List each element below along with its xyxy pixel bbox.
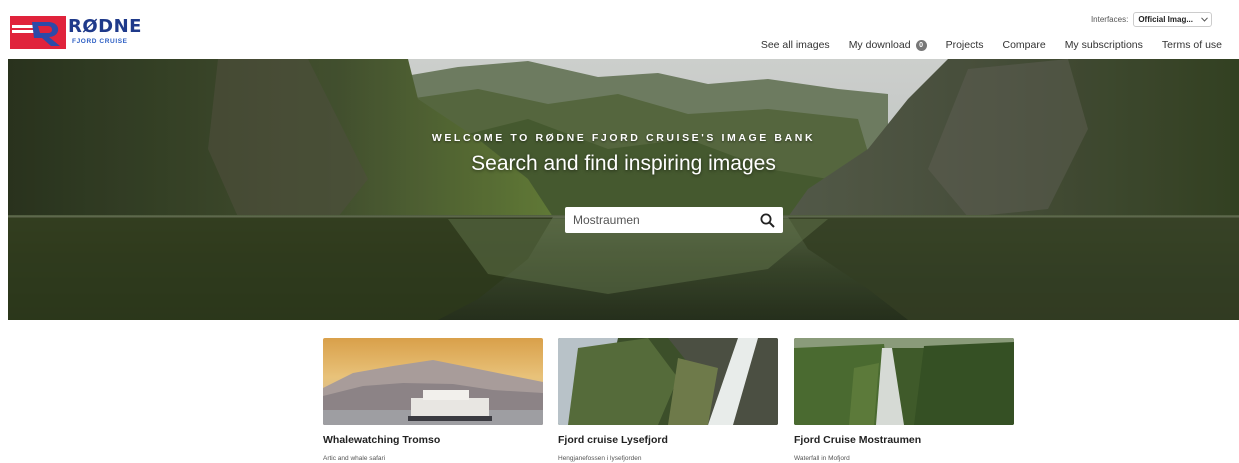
brand-subtitle: FJORD CRUISE [72,38,128,46]
image-card[interactable]: Whalewatching Tromso Artic and whale saf… [323,338,543,462]
image-card[interactable]: Fjord Cruise Mostraumen Waterfall in Mof… [794,338,1014,462]
logo-mark-icon [10,15,66,49]
card-title[interactable]: Fjord cruise Lysefjord [558,434,778,446]
nav-label: My subscriptions [1064,39,1143,51]
brand-logo[interactable]: RØDNE FJORD CRUISE [10,14,142,50]
image-card[interactable]: Fjord cruise Lysefjord Hengjanefossen i … [558,338,778,462]
card-subtitle: Hengjanefossen i lysefjorden [558,455,642,462]
nav-compare[interactable]: Compare [1003,39,1046,51]
interfaces-selected-value: Official Imag... [1138,15,1193,24]
nav-label: My download [848,39,911,51]
search-icon[interactable] [760,213,775,228]
search-bar [565,207,783,233]
main-nav: See all images My download 0 Projects Com… [761,39,1222,51]
hero-kicker: WELCOME TO RØDNE FJORD CRUISE'S IMAGE BA… [431,132,816,144]
card-title[interactable]: Whalewatching Tromso [323,434,543,446]
brand-name: RØDNE [68,16,142,38]
interfaces-label: Interfaces: [1090,15,1129,24]
nav-label: Terms of use [1161,39,1222,51]
card-subtitle: Waterfall in Mofjord [794,455,850,462]
nav-see-all-images[interactable]: See all images [761,39,830,51]
card-subtitle: Artic and whale safari [323,455,386,462]
download-count-badge: 0 [915,39,927,51]
card-image-whalewatching[interactable] [323,338,543,425]
nav-terms-of-use[interactable]: Terms of use [1162,39,1222,51]
card-title[interactable]: Fjord Cruise Mostraumen [794,434,1014,446]
hero-title: Search and find inspiring images [471,152,776,175]
nav-my-subscriptions[interactable]: My subscriptions [1065,39,1143,51]
search-input[interactable] [573,213,760,227]
header: RØDNE FJORD CRUISE Interfaces: Official … [0,0,1239,59]
chevron-down-icon [1201,16,1208,23]
nav-label: Projects [945,39,984,51]
card-image-lysefjord[interactable] [558,338,778,425]
nav-projects[interactable]: Projects [946,39,984,51]
card-image-mostraumen[interactable] [794,338,1014,425]
hero-fjord-image [8,59,1239,320]
nav-my-download[interactable]: My download 0 [849,39,927,51]
nav-label: See all images [760,39,830,51]
interfaces-select[interactable]: Official Imag... [1133,12,1212,27]
nav-label: Compare [1002,39,1046,51]
interfaces-switcher: Interfaces: Official Imag... [1091,12,1212,27]
hero-banner: WELCOME TO RØDNE FJORD CRUISE'S IMAGE BA… [8,59,1239,320]
